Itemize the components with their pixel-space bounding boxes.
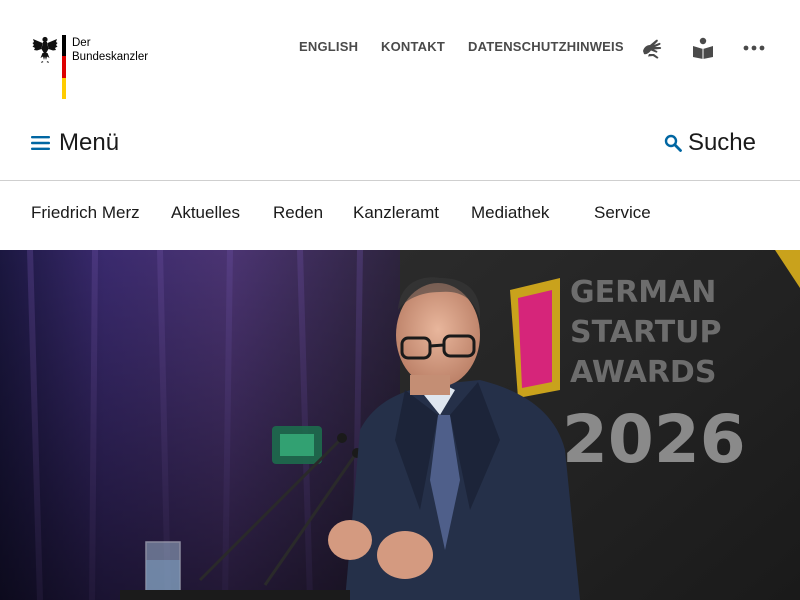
nav-item-friedrich-merz[interactable]: Friedrich Merz	[31, 203, 140, 223]
logo-line-2: Bundeskanzler	[72, 51, 149, 63]
sign-language-button[interactable]	[640, 36, 666, 60]
sign-language-icon	[643, 39, 662, 59]
backdrop-text-1: GERMAN	[570, 275, 716, 310]
search-icon	[664, 134, 682, 152]
flag-bar	[62, 35, 66, 99]
nav-item-reden[interactable]: Reden	[273, 203, 323, 223]
logo-line-1: Der	[72, 37, 91, 49]
hero-image[interactable]: GERMAN STARTUP AWARDS 2026	[0, 250, 800, 600]
hamburger-icon	[31, 136, 50, 150]
menu-bar: Menü Suche	[0, 115, 800, 181]
site-header: Der Bundeskanzler ENGLISH KONTAKT DATENS…	[0, 0, 800, 115]
easy-language-button[interactable]	[690, 36, 716, 60]
nav-item-mediathek[interactable]: Mediathek	[471, 203, 549, 223]
backdrop-text-4: 2026	[562, 401, 746, 478]
nav-item-kanzleramt[interactable]: Kanzleramt	[353, 203, 439, 223]
nav-item-service[interactable]: Service	[594, 203, 651, 223]
search-button[interactable]: Suche	[664, 129, 756, 157]
english-link[interactable]: ENGLISH	[299, 39, 358, 57]
main-navigation: Friedrich Merz Aktuelles Reden Kanzleram…	[0, 182, 800, 250]
backdrop-text-2: STARTUP	[570, 315, 722, 350]
menu-label: Menü	[59, 129, 120, 156]
more-icon	[743, 45, 765, 51]
search-label: Suche	[687, 129, 756, 156]
hero-photo: GERMAN STARTUP AWARDS 2026	[0, 250, 800, 600]
logo-text: Der Bundeskanzler	[72, 35, 148, 99]
backdrop-text-3: AWARDS	[570, 355, 716, 390]
more-options-button[interactable]	[741, 36, 767, 60]
datenschutz-link[interactable]: DATENSCHUTZHINWEIS	[468, 39, 624, 57]
federal-eagle-icon	[32, 36, 58, 63]
menu-button[interactable]: Menü	[31, 129, 119, 157]
easy-language-icon	[693, 37, 713, 59]
nav-item-aktuelles[interactable]: Aktuelles	[171, 203, 240, 223]
kontakt-link[interactable]: KONTAKT	[381, 39, 445, 57]
site-logo[interactable]: Der Bundeskanzler	[32, 35, 148, 99]
